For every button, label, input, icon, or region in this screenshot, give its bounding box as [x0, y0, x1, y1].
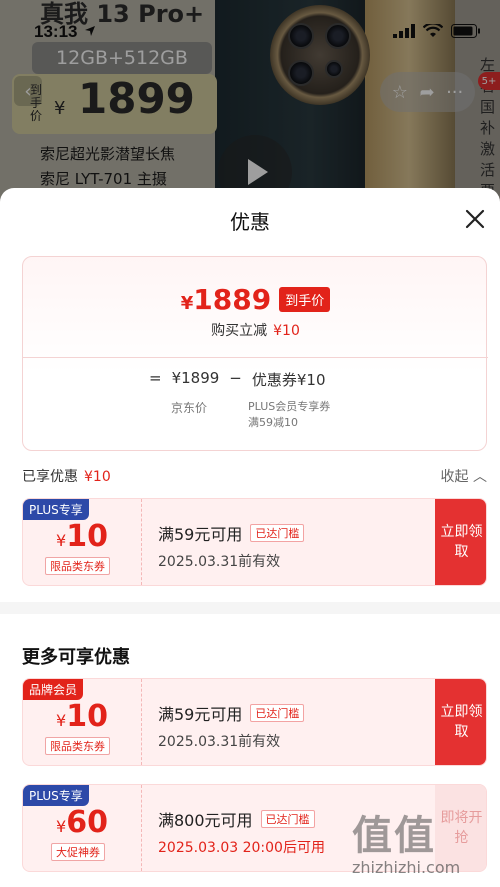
coupon-card: 品牌会员 ¥10 限品类东券 满59元可用 已达门槛 2025.03.31前有效 … [22, 678, 487, 766]
coupon-value-area: 品牌会员 ¥10 限品类东券 [23, 679, 141, 765]
coupon-tag: PLUS专享 [23, 785, 89, 806]
reduction-value: ¥10 [273, 323, 300, 339]
instant-reduction: 购买立减 ¥10 [23, 320, 488, 340]
coupon-condition: 满59元可用 已达门槛 [158, 521, 305, 545]
coupon-deduction: 优惠券¥10 [251, 371, 326, 389]
coupon-kind: 限品类东券 [45, 737, 110, 755]
coupon-perforation [141, 785, 142, 871]
final-price-row: ¥ 1889 到手价 [23, 283, 488, 316]
price-formula: = ¥1899 − 优惠券¥10 [149, 369, 326, 390]
section-divider [0, 602, 500, 614]
coupon-validity: 2025.03.31前有效 [158, 734, 281, 750]
enjoyed-discount-row: 已享优惠 ¥10 收起 ︿ [22, 466, 487, 486]
enjoyed-label: 已享优惠 ¥10 [22, 469, 111, 485]
site-watermark: 值值 zhizhizhi.com [340, 803, 500, 887]
more-discounts-title: 更多可享优惠 [22, 647, 130, 668]
coupon-card: PLUS专享 ¥10 限品类东券 满59元可用 已达门槛 2025.03.31前有… [22, 498, 487, 586]
threshold-reached-badge: 已达门槛 [260, 810, 315, 828]
coupon-tag: PLUS专享 [23, 499, 89, 520]
coupon-perforation [141, 679, 142, 765]
coupon-amount: ¥60 [56, 805, 108, 840]
claim-coupon-button[interactable]: 立即领取 [435, 499, 486, 585]
coupon-description: PLUS会员专享券 满59减10 [248, 399, 330, 431]
divider [23, 357, 488, 358]
threshold-reached-badge: 已达门槛 [250, 524, 305, 542]
coupon-kind: 限品类东券 [45, 557, 110, 575]
claim-coupon-button[interactable]: 立即领取 [435, 679, 486, 765]
coupon-value-area: PLUS专享 ¥60 大促神券 [23, 785, 141, 871]
coupon-condition: 满59元可用 已达门槛 [158, 701, 305, 725]
enjoyed-value: ¥10 [84, 469, 111, 485]
sheet-title: 优惠 [230, 210, 270, 234]
coupon-kind: 大促神券 [51, 843, 105, 861]
coupon-validity: 2025.03.31前有效 [158, 554, 281, 570]
coupon-amount: ¥10 [56, 519, 108, 554]
watermark-logo: 值值 [352, 812, 436, 859]
formula-equals: = [149, 369, 162, 387]
final-price-tag: 到手价 [279, 287, 331, 312]
watermark-url: zhizhizhi.com [352, 858, 461, 877]
discount-sheet: 优惠 ¥ 1889 到手价 购买立减 ¥10 = ¥1899 − 优惠券¥10 京… [0, 188, 500, 887]
coupon-description-line1: PLUS会员专享券 [248, 400, 331, 413]
jd-price: ¥1899 [171, 369, 220, 387]
final-price: 1889 [193, 283, 272, 316]
jd-price-label: 京东价 [171, 401, 208, 415]
price-summary-card: ¥ 1889 到手价 购买立减 ¥10 = ¥1899 − 优惠券¥10 京东价 … [22, 256, 488, 451]
coupon-amount: ¥10 [56, 699, 108, 734]
coupon-description-line2: 满59减10 [248, 416, 298, 429]
threshold-reached-badge: 已达门槛 [250, 704, 305, 722]
final-price-currency: ¥ [180, 293, 194, 314]
reduction-label: 购买立减 [211, 323, 268, 339]
coupon-value-area: PLUS专享 ¥10 限品类东券 [23, 499, 141, 585]
coupon-condition: 满800元可用 已达门槛 [158, 807, 315, 831]
close-icon[interactable] [462, 206, 488, 232]
formula-minus: − [229, 369, 242, 387]
coupon-validity: 2025.03.03 20:00后可用 [158, 840, 325, 856]
coupon-perforation [141, 499, 142, 585]
chevron-up-icon: ︿ [473, 469, 487, 485]
collapse-button[interactable]: 收起 ︿ [441, 466, 487, 486]
coupon-tag: 品牌会员 [23, 679, 84, 700]
